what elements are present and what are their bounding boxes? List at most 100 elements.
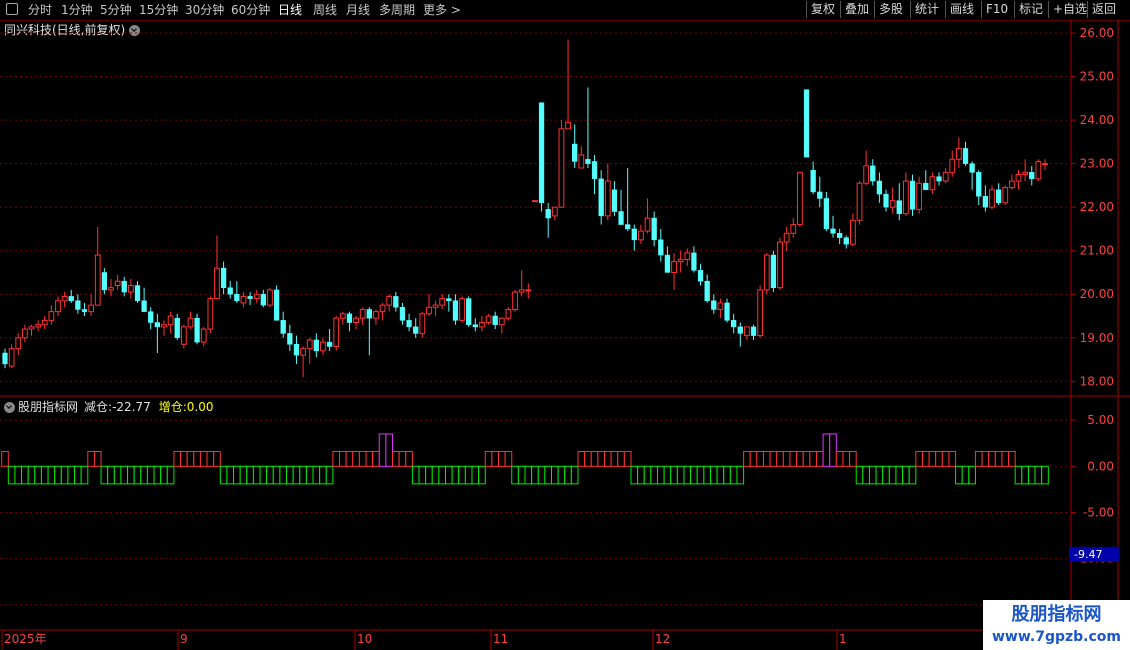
indicator-bar <box>729 465 738 485</box>
indicator-bar <box>902 465 910 485</box>
candle-body <box>260 293 266 306</box>
statistics-button[interactable]: 统计 <box>910 1 943 18</box>
indicator-bar <box>809 451 817 467</box>
indicator-bar <box>603 451 612 467</box>
f10-button[interactable]: F10 <box>981 1 1012 18</box>
candle-body <box>214 267 220 300</box>
candle-body <box>1035 160 1042 180</box>
fuquan-button[interactable]: 复权 <box>806 1 839 18</box>
indicator-bar <box>279 465 288 485</box>
watermark-title: 股朋指标网 <box>1011 604 1102 625</box>
candle-body <box>936 176 942 182</box>
chart-area[interactable]: 26.00 25.00 24.00 23.00 22.00 21.00 20.00 19.00… <box>0 0 1130 650</box>
candle-body <box>439 298 446 306</box>
tab-weekly[interactable]: 周线 <box>313 2 337 18</box>
draw-line-button[interactable]: 画线 <box>945 1 978 18</box>
indicator-bar <box>146 465 155 485</box>
candle-body <box>167 315 174 326</box>
indicator-chevron-icon[interactable] <box>4 402 15 413</box>
candle-body <box>518 289 525 293</box>
indicator-bar <box>544 465 552 485</box>
candle-body <box>134 285 141 302</box>
candle-body <box>148 311 154 323</box>
candle-body <box>942 171 949 182</box>
candle-body <box>625 224 631 230</box>
indicator-bar <box>815 451 824 467</box>
mark-button[interactable]: 标记 <box>1014 1 1047 18</box>
back-button[interactable]: 返回 <box>1087 1 1120 18</box>
candle-body <box>744 326 750 337</box>
candle-body <box>207 298 214 330</box>
indicator-bar <box>405 451 413 467</box>
indicator-bar <box>789 451 798 467</box>
indicator-bar <box>882 465 890 485</box>
tab-5min[interactable]: 5分钟 <box>100 2 132 18</box>
candle-body <box>386 295 393 306</box>
tab-more[interactable]: 更多 > <box>423 2 461 18</box>
indicator-bar <box>630 465 639 485</box>
settings-icon[interactable] <box>6 3 18 15</box>
indicator-bar <box>650 465 658 485</box>
candle-body <box>320 341 326 352</box>
candle-body <box>234 293 240 302</box>
candle-body <box>280 320 286 334</box>
candle-body <box>48 311 55 321</box>
tab-15min[interactable]: 15分钟 <box>139 2 178 18</box>
candle-body <box>1022 171 1029 176</box>
indicator-bar <box>676 465 685 485</box>
indicator-bar <box>305 465 314 485</box>
current-value-text: -9.47 <box>1074 548 1102 561</box>
indicator-bar <box>557 465 566 485</box>
candle-body <box>870 165 876 182</box>
indicator-bar <box>736 465 745 485</box>
tab-multi-period[interactable]: 多周期 <box>379 2 415 18</box>
candle-body <box>1015 174 1022 182</box>
indicator-bar <box>166 465 175 485</box>
candle-body <box>618 211 624 225</box>
tab-60min[interactable]: 60分钟 <box>231 2 270 18</box>
multi-stock-button[interactable]: 多股 <box>874 1 907 18</box>
candle-body <box>611 189 618 212</box>
candle-body <box>81 309 88 312</box>
candle-body <box>227 287 233 295</box>
candle-body <box>982 196 989 208</box>
indicator-bar <box>372 451 380 467</box>
indicator-bar <box>663 465 672 485</box>
indicator-bar <box>199 451 208 467</box>
indicator-bar <box>1008 451 1016 467</box>
candle-body <box>161 324 167 328</box>
indicator-bar <box>47 465 56 485</box>
candle-body <box>572 143 578 162</box>
indicator-bar <box>802 451 811 467</box>
increase-label: 增仓: <box>158 400 187 414</box>
indicator-bar <box>286 465 294 485</box>
indicator-bar <box>180 451 188 467</box>
tab-daily[interactable]: 日线 <box>278 2 302 18</box>
indicator-grid <box>0 419 1070 606</box>
add-watchlist-button[interactable]: +自选 <box>1048 1 1091 18</box>
tab-30min[interactable]: 30分钟 <box>185 2 224 18</box>
indicator-bar <box>478 465 486 485</box>
indicator-bar <box>464 465 473 485</box>
tab-monthly[interactable]: 月线 <box>346 2 370 18</box>
candle-body <box>923 182 929 191</box>
overlay-button[interactable]: 叠加 <box>840 1 873 18</box>
indicator-bar <box>670 465 678 485</box>
date-label: 11 <box>493 632 508 646</box>
indicator-bar <box>597 451 605 467</box>
tab-fenshi[interactable]: 分时 <box>28 2 52 18</box>
candle-body <box>737 326 743 334</box>
candle-body <box>810 169 816 193</box>
candle-body <box>677 258 684 263</box>
candle-body <box>803 89 810 158</box>
price-axis: 26.00 25.00 24.00 23.00 22.00 21.00 20.00 19.00… <box>1071 26 1114 388</box>
candle-body <box>724 302 730 321</box>
candle-body <box>711 300 717 310</box>
indicator-bar <box>266 465 274 485</box>
tab-1min[interactable]: 1分钟 <box>61 2 93 18</box>
indicator-bar <box>272 465 281 485</box>
chevron-down-icon[interactable] <box>129 25 141 36</box>
indicator-bar <box>312 465 321 485</box>
candle-body <box>459 298 465 321</box>
indicator-bar <box>186 451 195 467</box>
